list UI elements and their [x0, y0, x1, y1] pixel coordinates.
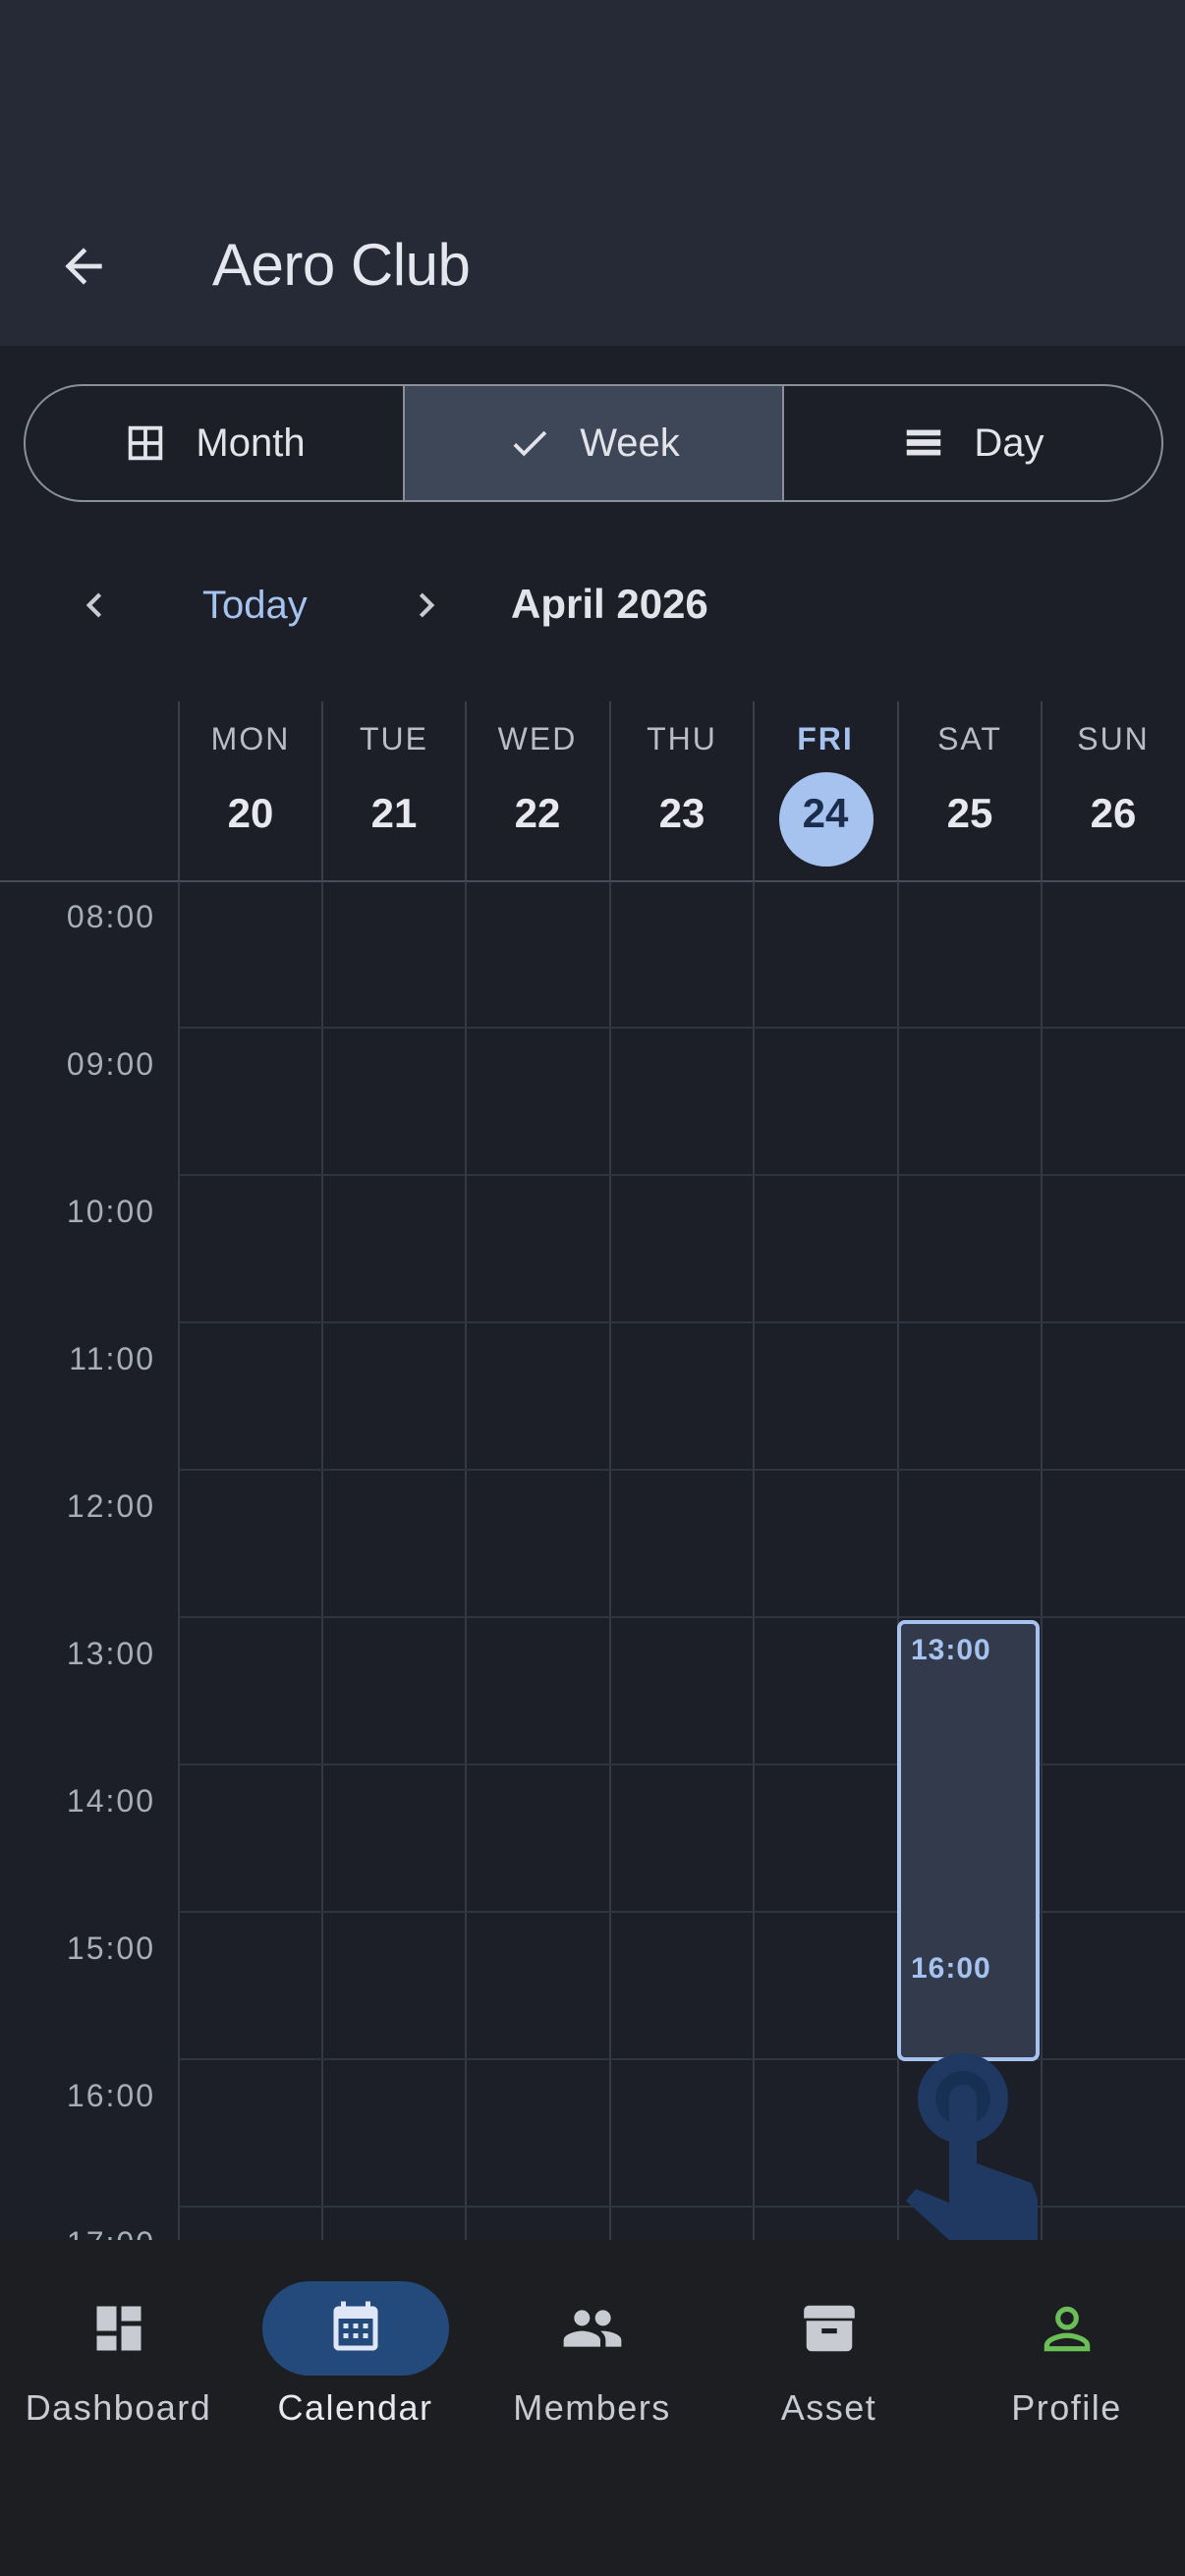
- day-name: SAT: [937, 721, 1002, 756]
- hour-label: 11:00: [69, 1341, 155, 1376]
- day-number: 21: [370, 790, 418, 836]
- nav-profile-label: Profile: [1011, 2387, 1122, 2428]
- nav-icon-container: [974, 2281, 1160, 2376]
- hour-divider: [179, 1321, 1185, 1323]
- hour-divider: [179, 1469, 1185, 1471]
- day-name: SUN: [1077, 721, 1150, 756]
- chevron-right-icon: [419, 592, 435, 618]
- column-divider: [321, 881, 323, 2240]
- day-lines-icon: [907, 429, 941, 456]
- day-name: THU: [647, 721, 717, 756]
- back-button[interactable]: [49, 232, 118, 301]
- chevron-left-icon: [85, 592, 102, 618]
- column-divider: [1041, 881, 1043, 2240]
- tab-month-label: Month: [196, 420, 306, 465]
- day-header-sat[interactable]: SAT 25: [897, 701, 1041, 880]
- day-name: WED: [497, 721, 578, 756]
- hour-label: 13:00: [66, 1636, 155, 1671]
- arrow-left-icon: [65, 248, 102, 285]
- tab-week-label: Week: [580, 420, 680, 465]
- day-number: 26: [1090, 790, 1137, 836]
- nav-calendar-label: Calendar: [277, 2387, 433, 2428]
- day-header-fri-today[interactable]: FRI 24: [753, 701, 896, 880]
- tab-day-label: Day: [974, 420, 1044, 465]
- day-header-tue[interactable]: TUE 21: [321, 701, 465, 880]
- day-number: 22: [514, 790, 561, 836]
- day-number: 20: [227, 790, 274, 836]
- check-icon: [513, 430, 547, 457]
- hour-label: 09:00: [66, 1046, 155, 1082]
- hour-divider: [179, 1616, 1185, 1618]
- bottom-navigation: Dashboard Calendar Members Asset Profile: [0, 2240, 1185, 2576]
- nav-calendar[interactable]: Calendar: [237, 2281, 474, 2438]
- archive-icon: [803, 2305, 855, 2352]
- drag-hand-icon[interactable]: [894, 2053, 1047, 2260]
- day-number: 23: [658, 790, 705, 836]
- top-app-bar: Aero Club: [0, 0, 1185, 346]
- hour-label: 17:00: [0, 2225, 155, 2240]
- nav-icon-container: [736, 2281, 923, 2376]
- tab-week[interactable]: Week: [403, 386, 782, 500]
- week-time-grid[interactable]: 08:00 09:00 10:00 11:00 12:00 13:00 14:0…: [0, 881, 1185, 2240]
- nav-asset[interactable]: Asset: [710, 2281, 947, 2438]
- range-end-time: 16:00: [911, 1952, 991, 1985]
- day-header-sun[interactable]: SUN 26: [1041, 701, 1184, 880]
- app-root: Aero Club Month Week Day Today April 202…: [0, 0, 1185, 2576]
- day-name: MON: [210, 721, 291, 756]
- tab-day[interactable]: Day: [782, 386, 1161, 500]
- view-switcher: Month Week Day: [24, 384, 1163, 502]
- hour-label: 08:00: [66, 899, 155, 934]
- day-header-wed[interactable]: WED 22: [465, 701, 608, 880]
- nav-dashboard[interactable]: Dashboard: [0, 2281, 237, 2438]
- hour-label: 14:00: [66, 1783, 155, 1819]
- grid-icon: [129, 425, 163, 461]
- range-start-time: 13:00: [911, 1634, 991, 1666]
- nav-members-label: Members: [513, 2387, 671, 2428]
- nav-icon-container: [26, 2281, 212, 2376]
- next-week-button[interactable]: [397, 576, 456, 635]
- current-period-label: April 2026: [511, 581, 708, 627]
- day-number: 25: [946, 790, 993, 836]
- dashboard-icon: [96, 2306, 141, 2351]
- column-divider: [609, 881, 611, 2240]
- nav-members[interactable]: Members: [474, 2281, 710, 2438]
- today-button[interactable]: Today: [202, 582, 308, 629]
- day-header-thu[interactable]: THU 23: [609, 701, 753, 880]
- week-header: MON 20 TUE 21 WED 22 THU 23 FRI 24 SAT 2…: [0, 701, 1185, 882]
- hour-divider: [179, 1174, 1185, 1176]
- hour-label: 10:00: [66, 1194, 155, 1229]
- day-number: 24: [802, 790, 849, 836]
- day-name: FRI: [797, 721, 854, 756]
- nav-asset-label: Asset: [780, 2387, 877, 2428]
- day-header-mon[interactable]: MON 20: [178, 701, 321, 880]
- hour-divider: [179, 1027, 1185, 1029]
- profile-icon: [1044, 2306, 1090, 2352]
- nav-icon-container: [499, 2281, 686, 2376]
- previous-week-button[interactable]: [65, 576, 124, 635]
- nav-icon-container: [261, 2281, 449, 2376]
- hour-label: 15:00: [66, 1931, 155, 1966]
- calendar-icon: [333, 2301, 377, 2351]
- day-name: TUE: [360, 721, 428, 756]
- nav-dashboard-label: Dashboard: [25, 2387, 212, 2428]
- column-divider: [753, 881, 755, 2240]
- page-title: Aero Club: [212, 232, 471, 298]
- hour-label: 12:00: [66, 1488, 155, 1524]
- selected-time-range[interactable]: 13:00 16:00: [897, 1620, 1040, 2061]
- tab-month[interactable]: Month: [26, 386, 403, 500]
- column-divider: [178, 881, 180, 2240]
- hour-label: 16:00: [66, 2078, 155, 2113]
- members-icon: [563, 2310, 621, 2347]
- nav-profile[interactable]: Profile: [948, 2281, 1185, 2438]
- column-divider: [465, 881, 467, 2240]
